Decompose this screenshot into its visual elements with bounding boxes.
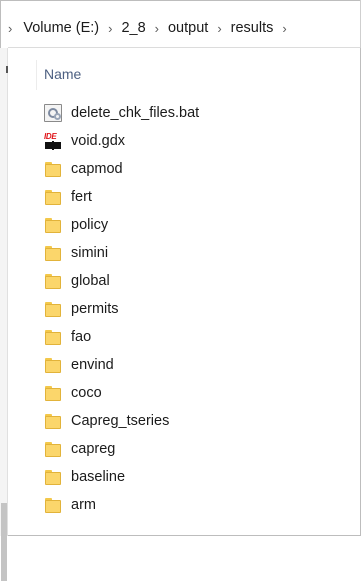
folder-icon	[44, 244, 62, 262]
folder-name: fao	[71, 329, 92, 345]
list-item[interactable]: fert	[44, 186, 92, 208]
navigation-pane-edge	[0, 48, 8, 581]
list-item[interactable]: delete_chk_files.bat	[44, 102, 199, 124]
folder-name: coco	[71, 385, 102, 401]
list-item[interactable]: permits	[44, 298, 119, 320]
folder-name: fert	[71, 189, 92, 205]
folder-name: global	[71, 273, 110, 289]
scrollbar-thumb[interactable]	[1, 503, 7, 581]
chevron-right-icon[interactable]: ›	[217, 21, 221, 36]
folder-name: baseline	[71, 469, 126, 485]
list-item[interactable]: capreg	[44, 438, 115, 460]
list-item[interactable]: Capreg_tseries	[44, 410, 169, 432]
file-name: void.gdx	[71, 133, 126, 149]
column-header-name[interactable]: Name	[44, 66, 81, 82]
gdx-file-icon: IDE	[44, 132, 62, 150]
breadcrumb-2-8[interactable]: 2_8	[121, 20, 145, 36]
batch-file-icon	[44, 104, 62, 122]
breadcrumb-volume-e[interactable]: Volume (E:)	[23, 20, 99, 36]
file-list: Name delete_chk_files.bat IDE void.gdx c…	[8, 48, 361, 536]
folder-icon	[44, 328, 62, 346]
folder-icon	[44, 384, 62, 402]
folder-icon	[44, 300, 62, 318]
folder-name: capreg	[71, 441, 116, 457]
folder-icon	[44, 160, 62, 178]
folder-icon	[44, 468, 62, 486]
breadcrumb: › Volume (E:) › 2_8 › output › results ›	[5, 17, 296, 39]
list-item[interactable]: coco	[44, 382, 102, 404]
list-item[interactable]: simini	[44, 242, 108, 264]
address-bar[interactable]: › Volume (E:) › 2_8 › output › results ›	[0, 0, 361, 48]
chevron-right-icon[interactable]: ›	[155, 21, 159, 36]
folder-name: policy	[71, 217, 109, 233]
list-item[interactable]: IDE void.gdx	[44, 130, 125, 152]
folder-icon	[44, 216, 62, 234]
list-item[interactable]: fao	[44, 326, 91, 348]
breadcrumb-results[interactable]: results	[231, 20, 274, 36]
list-item[interactable]: baseline	[44, 466, 125, 488]
folder-name: Capreg_tseries	[71, 413, 170, 429]
list-item[interactable]: envind	[44, 354, 114, 376]
file-name: delete_chk_files.bat	[71, 105, 200, 121]
folder-icon	[44, 440, 62, 458]
folder-icon	[44, 356, 62, 374]
folder-name: envind	[71, 357, 114, 373]
chevron-right-icon[interactable]: ›	[8, 21, 12, 36]
list-item[interactable]: arm	[44, 494, 96, 516]
list-item[interactable]: policy	[44, 214, 108, 236]
folder-name: arm	[71, 497, 96, 513]
folder-icon	[44, 496, 62, 514]
folder-name: permits	[71, 301, 119, 317]
folder-icon	[44, 412, 62, 430]
folder-icon	[44, 272, 62, 290]
list-item[interactable]: capmod	[44, 158, 123, 180]
divider	[36, 60, 37, 90]
breadcrumb-output[interactable]: output	[168, 20, 208, 36]
folder-name: capmod	[71, 161, 123, 177]
folder-name: simini	[71, 245, 109, 261]
list-item[interactable]: global	[44, 270, 110, 292]
chevron-right-icon[interactable]: ›	[108, 21, 112, 36]
folder-icon	[44, 188, 62, 206]
chevron-right-icon[interactable]: ›	[282, 21, 286, 36]
